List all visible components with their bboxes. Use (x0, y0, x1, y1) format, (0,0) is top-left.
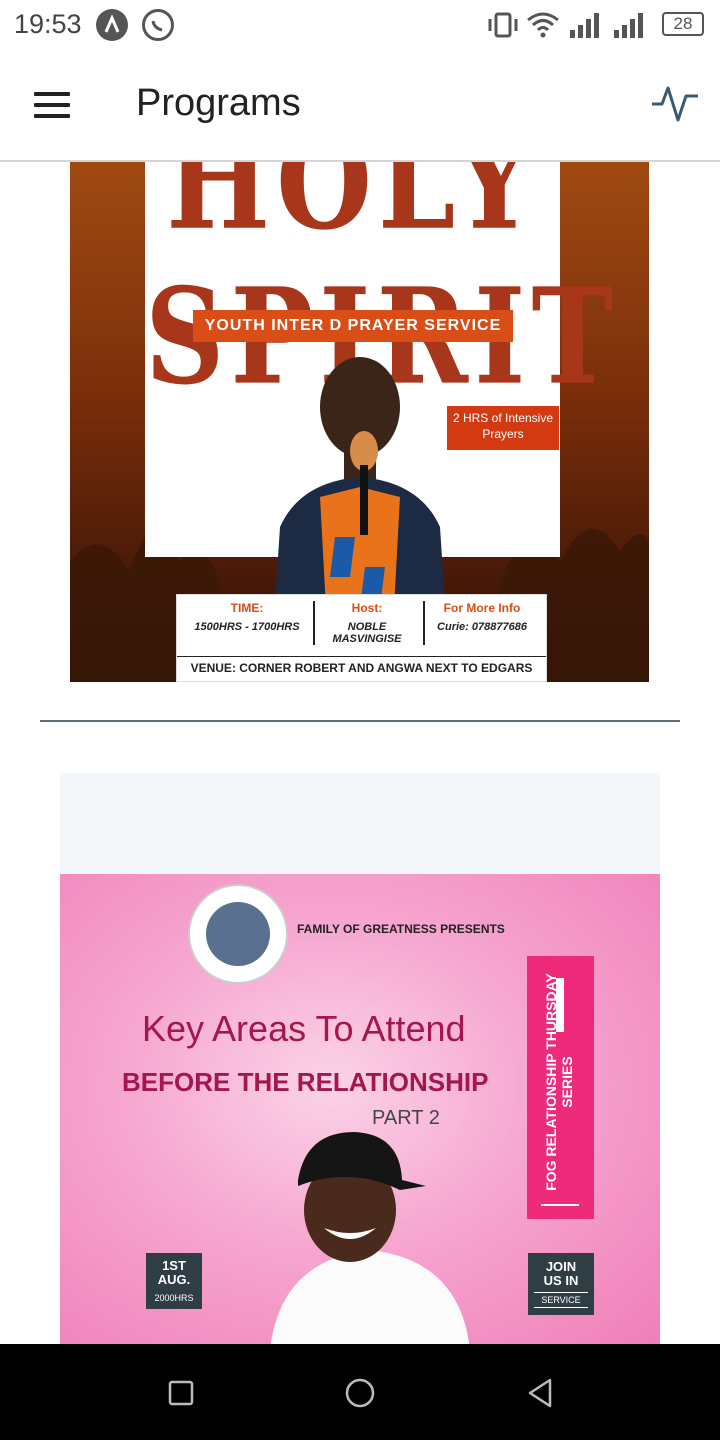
info-value: Curie: 078877686 (437, 621, 527, 633)
app-bar: Programs (0, 52, 720, 162)
poster-placeholder-area (60, 773, 660, 874)
host-column: Host: NOBLE MASVINGISE (317, 601, 417, 645)
poster-info-box: TIME: 1500HRS - 1700HRS Host: NOBLE MASV… (176, 594, 547, 682)
event-date-badge: 1ST AUG. 2000HRS (146, 1253, 202, 1309)
event-time: 2000HRS (154, 1293, 194, 1303)
hamburger-menu-icon[interactable] (34, 92, 70, 118)
info-label: For More Info (443, 601, 521, 615)
signal-icon (614, 13, 643, 38)
program-poster-prayer-service[interactable]: HOLY SPIRIT YOUTH INTER D PRAYER SERVICE… (70, 162, 649, 682)
poster-badge: 2 HRS of Intensive Prayers (447, 406, 559, 450)
status-bar: 19:53 28 (0, 0, 720, 52)
series-vertical-banner: FOG RELATIONSHIP THURSDAY SERIES (527, 956, 594, 1219)
time-value: 1500HRS - 1700HRS (194, 621, 300, 633)
poster-subheadline: BEFORE THE RELATIONSHIP (122, 1067, 489, 1097)
time-label: TIME: (230, 601, 264, 615)
host-label: Host: (351, 601, 383, 615)
info-column: For More Info Curie: 078877686 (427, 601, 537, 633)
poster-presents: FAMILY OF GREATNESS PRESENTS (297, 922, 505, 936)
poster-headline: Key Areas To Attend (142, 1008, 466, 1049)
app-a-icon (96, 9, 128, 41)
speaker-photo (270, 1132, 470, 1344)
join-line-2: US IN (543, 1273, 579, 1288)
date-line-1: 1ST (162, 1258, 186, 1273)
battery-icon: 28 (662, 12, 704, 36)
home-icon[interactable] (344, 1377, 376, 1409)
back-icon[interactable] (526, 1378, 554, 1408)
recent-apps-icon[interactable] (168, 1380, 194, 1406)
system-nav-bar (0, 1344, 720, 1440)
poster-venue: VENUE: CORNER ROBERT AND ANGWA NEXT TO E… (177, 656, 546, 675)
join-line-1: JOIN (545, 1259, 577, 1274)
signal-icon (570, 13, 599, 38)
join-badge: JOIN US IN SERVICE (528, 1253, 594, 1315)
time-column: TIME: 1500HRS - 1700HRS (187, 601, 307, 633)
whatsapp-icon (142, 9, 174, 41)
program-poster-relationship-series[interactable]: FAMILY OF GREATNESS PRESENTS Key Areas T… (60, 874, 660, 1344)
wifi-icon (527, 12, 559, 38)
vibrate-icon (488, 12, 518, 38)
divider (40, 720, 680, 722)
page-title: Programs (136, 82, 301, 124)
activity-pulse-icon[interactable] (650, 78, 700, 126)
family-of-greatness-logo (188, 884, 288, 984)
status-time: 19:53 (14, 9, 82, 39)
join-line-3: SERVICE (534, 1292, 588, 1308)
programs-feed[interactable]: HOLY SPIRIT YOUTH INTER D PRAYER SERVICE… (0, 162, 720, 1344)
host-value: NOBLE MASVINGISE (332, 621, 402, 645)
battery-level: 28 (673, 14, 693, 33)
date-line-2: AUG. (157, 1272, 191, 1287)
